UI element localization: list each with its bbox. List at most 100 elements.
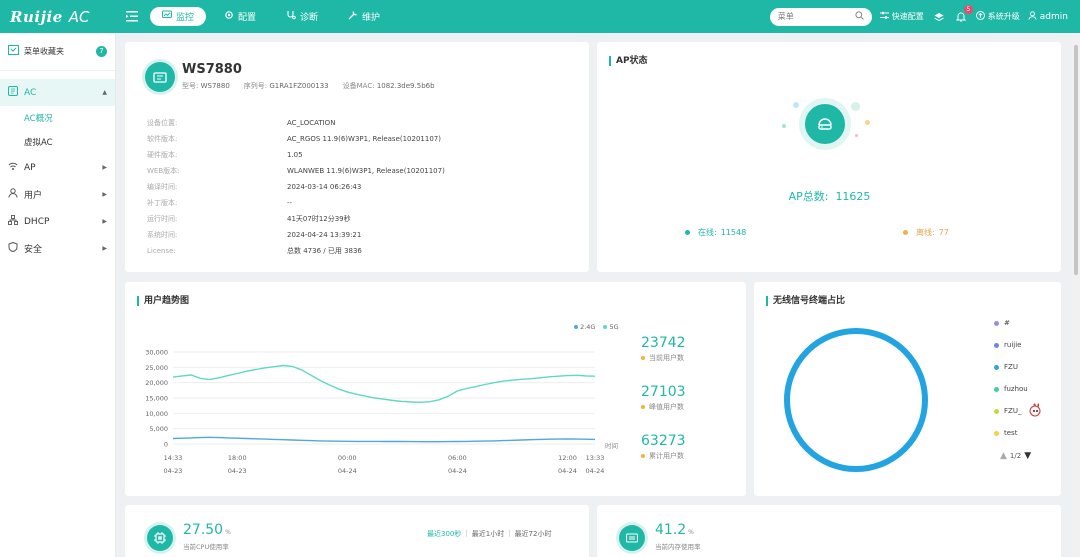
menu-toggle-icon[interactable] [122,7,142,27]
current-users-value: 23742 [641,335,686,351]
info-key: 编译时间: [147,183,178,191]
scrollbar-thumb[interactable] [1074,45,1078,275]
sidebar-item-security-label: 安全 [24,245,43,255]
info-value: 2024-03-14 06:26:43 [287,183,362,191]
page-scrollbar[interactable] [1072,33,1080,557]
quick-config-link[interactable]: 快速配置 [879,11,924,22]
sidebar-item-security[interactable]: 安全 ▶ [0,235,115,262]
device-meta: 型号: WS7880 序列号: G1RA1FZ000133 设备MAC: 108… [182,81,435,91]
ac-icon [8,86,18,99]
info-key: 系统时间: [147,231,178,239]
user-menu[interactable]: admin [1028,11,1068,22]
search-icon[interactable] [855,10,864,23]
legend-item-label: test [1004,429,1018,437]
ap-total-value: 11625 [835,190,871,203]
legend-item[interactable]: ruijie [994,334,1042,356]
legend-item-label: # [1004,319,1010,327]
current-users-stat: 23742 当前用户数 [641,335,686,363]
x-axis-label: 时间 [605,441,618,450]
info-row: 系统时间: 2024-04-24 13:39:21 [147,227,445,243]
top-right-tools: 快速配置 5 系统升级 admin [769,4,1080,26]
ap-offline: 离线: 77 [903,227,949,238]
triangle-up-icon[interactable]: ▲ [1000,451,1007,461]
legend-item-label: fuzhou [1004,385,1028,393]
sidebar-item-ac[interactable]: AC ▲ [0,79,115,106]
range-divider: | [508,529,511,537]
info-value: AC_RGOS 11.9(6)W3P1, Release(10201107) [287,135,441,143]
donut-ring [784,328,928,472]
network-icon [8,215,18,228]
info-row: License: 总数 4736 / 已用 3836 [147,243,445,259]
ap-online-label: 在线: [698,228,717,237]
range-1h[interactable]: 最近1小时 [472,529,504,539]
nav-diagnose[interactable]: 诊断 [274,7,330,26]
y-tick-label: 0 [164,441,168,449]
sidebar-subitem-virtual-ac[interactable]: 虚拟AC [0,130,115,154]
peak-users-label: 峰值用户数 [649,403,684,411]
peak-users-stat: 27103 峰值用户数 [641,384,686,412]
ap-online-value: 11548 [720,228,747,237]
sidebar-favorites[interactable]: 菜单收藏夹 7 [0,33,115,71]
info-key: 设备位置: [147,119,178,127]
bell-icon[interactable]: 5 [954,4,973,24]
nav-config[interactable]: 配置 [212,7,268,26]
info-row: 设备位置: AC_LOCATION [147,115,445,131]
product-name: AC [68,7,90,26]
terminal-legend: # ruijie FZU fuzhou FZU_ test [994,312,1042,444]
notification-badge: 5 [963,4,973,14]
range-72h[interactable]: 最近72小时 [515,529,552,539]
nav-monitor-label: 监控 [176,13,195,23]
sidebar-item-dhcp[interactable]: DHCP ▶ [0,208,115,235]
legend-item[interactable]: FZU_ [994,400,1042,422]
nav-maintain[interactable]: 维护 [336,7,392,26]
legend-item[interactable]: test [994,422,1042,444]
info-value: AC_LOCATION [287,119,336,127]
cpu-unit: % [225,529,231,536]
device-info-table: 设备位置: AC_LOCATION 软件版本: AC_RGOS 11.9(6)W3P… [147,115,445,259]
mac-value: 1082.3de9.5b6b [376,82,435,90]
cpu-range-tabs: 最近300秒 | 最近1小时 | 最近72小时 [427,529,551,539]
memory-card: 41.2% 当前内存使用率 [597,505,1061,557]
search-box[interactable] [769,7,872,26]
stat-dot [641,356,645,360]
chevron-up-icon: ▲ [102,89,107,96]
search-input[interactable] [777,12,848,21]
layers-icon[interactable] [932,10,946,24]
system-upgrade-link[interactable]: 系统升级 [975,11,1020,22]
legend-2g[interactable]: 2.4G [574,323,595,331]
ap-icon [8,161,18,174]
ap-status-title: AP状态 [609,56,648,66]
info-value: 41天07时12分39秒 [287,215,351,223]
legend-item[interactable]: fuzhou [994,378,1042,400]
sidebar-item-ap[interactable]: AP ▶ [0,154,115,181]
legend-dot-2g [574,325,578,329]
legend-item[interactable]: FZU [994,356,1042,378]
legend-5g-label: 5G [609,323,619,331]
legend-item[interactable]: # [994,312,1042,334]
ap-online: 在线: 11548 [685,227,746,238]
total-users-value: 63273 [641,433,686,449]
range-300s[interactable]: 最近300秒 [427,529,461,539]
sidebar-item-users[interactable]: 用户 ▶ [0,181,115,208]
y-tick-label: 5,000 [149,425,168,433]
nav-monitor[interactable]: 监控 [150,7,207,26]
nav-config-label: 配置 [238,13,257,23]
legend-dot [994,386,999,392]
x-tick-date: 04-23 [228,467,247,475]
chevron-right-icon: ▶ [102,164,107,171]
info-value: 总数 4736 / 已用 3836 [287,247,362,255]
info-key: 补丁版本: [147,199,178,207]
sidebar-favorites-label: 菜单收藏夹 [24,47,64,56]
terminal-donut-chart [784,328,928,472]
user-trend-chart: 0 5,000 10,000 15,000 20,000 25,000 30,000 14:3… [145,349,618,476]
user-icon [8,188,18,201]
info-key: 硬件版本: [147,151,178,159]
legend-item-label: ruijie [1004,341,1022,349]
stat-dot [641,405,645,409]
legend-5g[interactable]: 5G [603,323,619,331]
sidebar-subitem-ac-overview[interactable]: AC概况 [0,106,115,130]
stethoscope-icon [286,10,296,23]
triangle-down-icon[interactable]: ▼ [1024,451,1031,461]
memory-value-number: 41.2 [655,522,687,538]
serial-value: G1RA1FZ000133 [269,82,329,90]
